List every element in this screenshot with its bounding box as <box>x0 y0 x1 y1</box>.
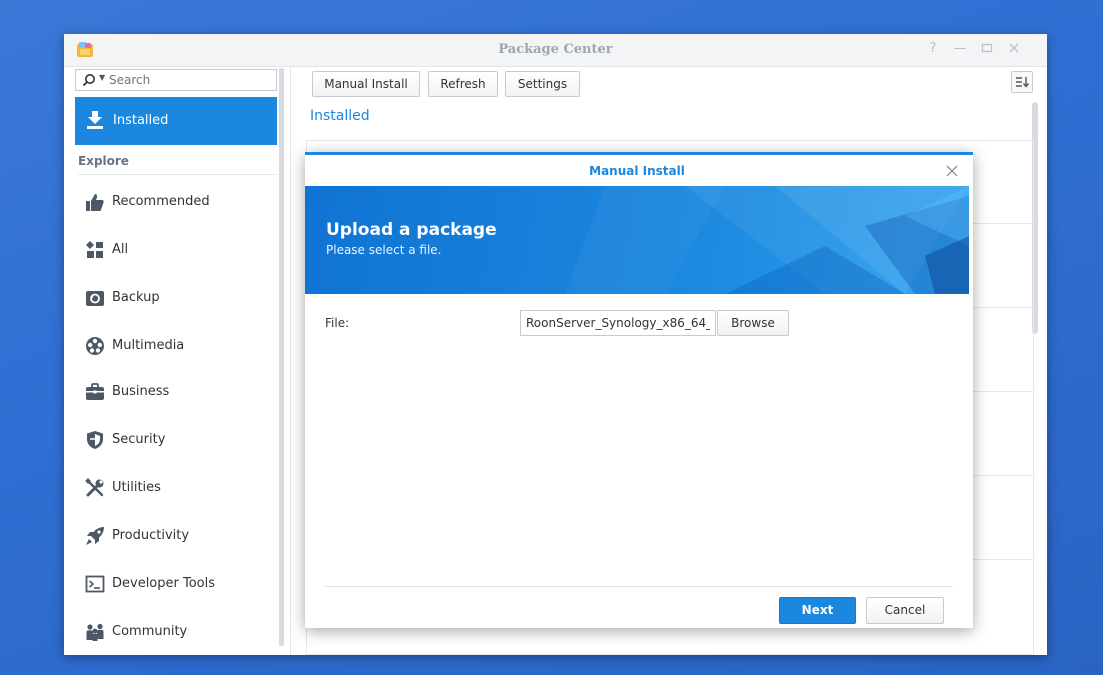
sidebar-item-utilities[interactable]: Utilities <box>75 466 277 510</box>
backup-icon <box>86 291 104 306</box>
sort-button[interactable] <box>1011 71 1033 93</box>
sidebar-item-label: Utilities <box>112 480 161 495</box>
manual-install-button[interactable]: Manual Install <box>312 71 420 97</box>
sidebar-item-label: Productivity <box>112 528 190 543</box>
title-bar[interactable]: Package Center ? — <box>64 34 1047 67</box>
close-icon[interactable] <box>945 164 959 178</box>
sidebar-item-all[interactable]: All <box>75 228 277 272</box>
sidebar-item-label: Installed <box>113 113 169 128</box>
sidebar-scrollbar[interactable] <box>279 68 284 646</box>
chevron-down-icon[interactable]: ▼ <box>99 73 105 82</box>
film-reel-icon <box>86 337 104 355</box>
minimize-icon[interactable]: — <box>953 42 967 56</box>
cancel-button[interactable]: Cancel <box>866 597 944 624</box>
browse-button[interactable]: Browse <box>717 310 789 336</box>
dialog-title: Manual Install <box>589 164 685 178</box>
sidebar-item-business[interactable]: Business <box>75 370 277 414</box>
download-icon <box>87 111 103 129</box>
shield-icon <box>87 431 103 449</box>
sidebar-item-productivity[interactable]: Productivity <box>75 514 277 558</box>
terminal-icon <box>85 575 105 593</box>
sidebar-item-label: Multimedia <box>112 338 185 353</box>
dialog-footer-divider <box>325 586 953 587</box>
settings-button[interactable]: Settings <box>505 71 580 97</box>
sidebar-item-recommended[interactable]: Recommended <box>75 180 277 224</box>
page-title: Installed <box>310 108 370 124</box>
banner-subheading: Please select a file. <box>326 243 442 257</box>
file-path-input[interactable] <box>520 310 716 336</box>
sidebar-item-backup[interactable]: Backup <box>75 276 277 320</box>
manual-install-dialog: Manual Install Upload a package Please s… <box>305 152 973 628</box>
dialog-banner: Upload a package Please select a file. <box>305 186 969 294</box>
file-label: File: <box>325 316 350 330</box>
tools-icon <box>85 478 104 497</box>
rocket-icon <box>86 527 104 545</box>
search-box[interactable]: ▼ <box>75 69 277 91</box>
sidebar-item-developer-tools[interactable]: Developer Tools <box>75 562 277 606</box>
window-title: Package Center <box>498 42 613 57</box>
section-heading-explore: Explore <box>78 154 278 175</box>
thumbs-up-icon <box>86 194 104 211</box>
search-icon[interactable] <box>82 73 96 87</box>
briefcase-icon <box>86 383 104 400</box>
grid-icon <box>86 241 103 258</box>
help-icon[interactable]: ? <box>926 42 940 56</box>
sidebar-item-label: Backup <box>112 290 160 305</box>
maximize-icon[interactable] <box>980 42 994 56</box>
sidebar-item-label: Security <box>112 432 166 447</box>
refresh-button[interactable]: Refresh <box>428 71 498 97</box>
close-icon[interactable] <box>1007 42 1021 56</box>
sidebar-item-multimedia[interactable]: Multimedia <box>75 324 277 368</box>
sidebar-item-security[interactable]: Security <box>75 418 277 462</box>
sort-icon <box>1016 77 1030 88</box>
pane-divider <box>290 66 291 655</box>
banner-background <box>565 186 969 294</box>
sidebar-item-label: Recommended <box>112 194 210 209</box>
sidebar-item-label: All <box>112 242 129 257</box>
next-button[interactable]: Next <box>779 597 856 624</box>
sidebar-item-label: Developer Tools <box>112 576 216 591</box>
banner-heading: Upload a package <box>326 220 497 240</box>
sidebar-item-label: Business <box>112 384 170 399</box>
sidebar: ▼ Installed Explore Recommended <box>72 66 287 655</box>
search-input[interactable] <box>109 71 269 89</box>
people-icon <box>86 623 104 641</box>
sidebar-item-label: Community <box>112 624 188 639</box>
sidebar-item-community[interactable]: Community <box>75 610 277 654</box>
sidebar-item-installed[interactable]: Installed <box>75 97 277 145</box>
